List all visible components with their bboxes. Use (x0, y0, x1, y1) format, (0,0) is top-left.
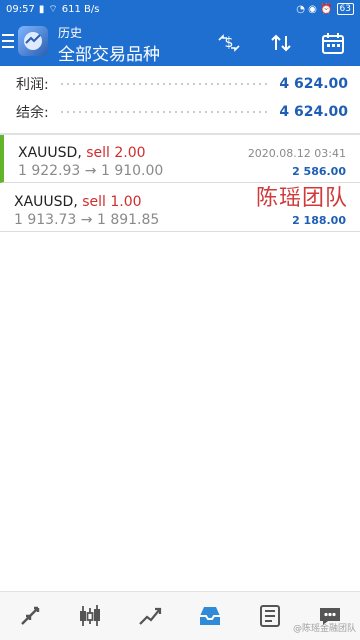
balance-value: 4 624.00 (279, 104, 348, 120)
trade-side: sell 1.00 (82, 194, 142, 210)
sim-icon: ▮ (38, 3, 45, 15)
app-bar: 历史 全部交易品种 $ (0, 18, 360, 66)
menu-icon[interactable] (2, 34, 14, 50)
calendar-icon[interactable] (320, 30, 346, 56)
summary-section: 利润: 4 624.00 结余: 4 624.00 (0, 70, 360, 126)
header-subtitle: 历史 (58, 26, 83, 40)
balance-row: 结余: 4 624.00 (0, 98, 360, 126)
symbol-text: XAUUSD, (14, 194, 78, 210)
trade-side: sell 2.00 (86, 145, 146, 161)
battery-icon: 63 (336, 3, 354, 15)
currency-switch-icon[interactable]: $ (216, 30, 242, 56)
profit-label: 利润: (16, 77, 49, 93)
trade-icon[interactable] (130, 596, 170, 636)
wifi-icon: ⌔ (48, 3, 58, 15)
trade-row[interactable]: XAUUSD, sell 2.00 1 922.93 → 1 910.00 20… (0, 135, 360, 183)
trade-profit: 2 188.00 (292, 214, 346, 227)
status-bar: 09:57 ▮ ⌔ 611 B/s ◔ ◉ ⏰ 63 (0, 0, 360, 18)
trade-symbol: XAUUSD, sell 2.00 (18, 145, 146, 161)
trade-profit: 2 586.00 (292, 165, 346, 178)
news-icon[interactable] (250, 596, 290, 636)
quotes-icon[interactable] (10, 596, 50, 636)
chart-candles-icon[interactable] (70, 596, 110, 636)
trade-symbol: XAUUSD, sell 1.00 (14, 194, 142, 210)
network-speed: 611 B/s (61, 3, 100, 15)
bottom-watermark: @陈瑶金融团队 (292, 624, 356, 634)
symbol-text: XAUUSD, (18, 145, 82, 161)
balance-label: 结余: (16, 105, 49, 121)
trade-time: 2020.08.12 03:41 (247, 147, 346, 160)
overlay-watermark: 陈瑶团队 (255, 186, 348, 211)
header-title: 全部交易品种 (58, 45, 160, 65)
profit-value: 4 624.00 (279, 76, 348, 92)
status-icons: ◔ ◉ ⏰ (296, 3, 333, 15)
status-time: 09:57 (6, 3, 35, 15)
profit-row: 利润: 4 624.00 (0, 70, 360, 98)
trade-prices: 1 913.73 → 1 891.85 (14, 212, 160, 228)
trade-prices: 1 922.93 → 1 910.00 (18, 163, 164, 179)
dotted-leader (58, 79, 270, 89)
sort-icon[interactable] (268, 30, 294, 56)
app-logo-icon (18, 26, 48, 56)
dotted-leader (58, 107, 270, 117)
history-icon[interactable] (190, 596, 230, 636)
